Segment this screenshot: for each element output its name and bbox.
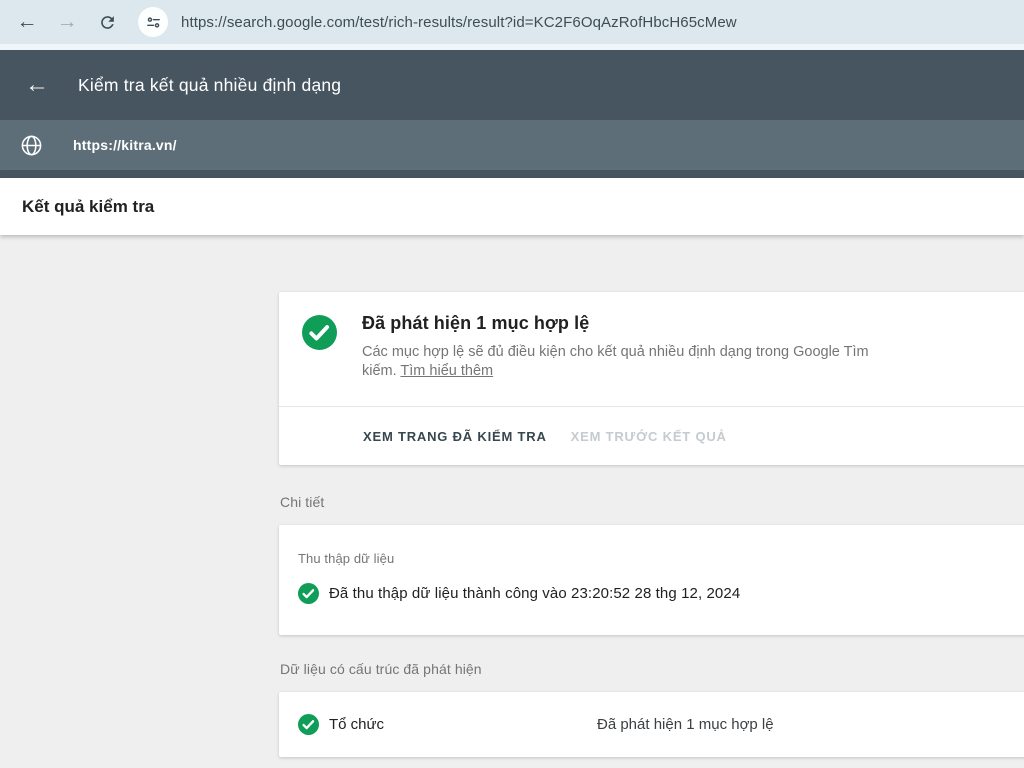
result-bar: Kết quả kiểm tra — [0, 178, 1024, 235]
back-arrow-icon: ← — [25, 71, 49, 99]
crawl-card: Thu thập dữ liệu Đã thu thập dữ liệu thà… — [279, 525, 1024, 635]
address-bar[interactable]: https://search.google.com/test/rich-resu… — [138, 5, 1014, 39]
crawl-status-row: Đã thu thập dữ liệu thành công vào 23:20… — [298, 583, 1024, 604]
browser-forward-button[interactable]: → — [50, 5, 84, 39]
content-area: Đã phát hiện 1 mục hợp lệ Các mục hợp lệ… — [0, 235, 1024, 768]
details-label: Chi tiết — [280, 494, 1024, 510]
app-back-button[interactable]: ← — [22, 70, 52, 100]
tested-url: https://kitra.vn/ — [73, 137, 177, 153]
check-icon — [298, 583, 319, 604]
url-text: https://search.google.com/test/rich-resu… — [181, 14, 737, 31]
page-title: Kết quả kiểm tra — [22, 197, 154, 217]
summary-card: Đã phát hiện 1 mục hợp lệ Các mục hợp lệ… — [279, 292, 1024, 465]
globe-icon — [20, 134, 43, 157]
check-icon — [298, 714, 319, 735]
structured-data-row[interactable]: Tổ chức Đã phát hiện 1 mục hợp lệ — [279, 692, 1024, 757]
crawl-label: Thu thập dữ liệu — [298, 551, 1024, 566]
browser-reload-button[interactable] — [90, 5, 124, 39]
app-title: Kiểm tra kết quả nhiều định dạng — [78, 75, 341, 96]
preview-results-button[interactable]: XEM TRƯỚC KẾT QUẢ — [569, 419, 729, 454]
structured-data-label: Dữ liệu có cấu trúc đã phát hiện — [280, 661, 1024, 677]
browser-back-button[interactable]: ← — [10, 5, 44, 39]
item-type: Tổ chức — [329, 716, 384, 733]
summary-title: Đã phát hiện 1 mục hợp lệ — [362, 313, 902, 334]
view-tested-page-button[interactable]: XEM TRANG ĐÃ KIỂM TRA — [361, 419, 549, 454]
crawl-status: Đã thu thập dữ liệu thành công vào 23:20… — [329, 585, 740, 602]
app-header: ← Kiểm tra kết quả nhiều định dạng https… — [0, 50, 1024, 178]
reload-icon — [98, 13, 117, 32]
browser-toolbar: ← → https://search.google.com/test/rich-… — [0, 0, 1024, 44]
summary-description: Các mục hợp lệ sẽ đủ điều kiện cho kết q… — [362, 343, 902, 380]
site-settings-icon[interactable] — [138, 7, 168, 37]
item-status: Đã phát hiện 1 mục hợp lệ — [597, 716, 774, 733]
learn-more-link[interactable]: Tìm hiểu thêm — [400, 363, 493, 379]
success-check-icon — [302, 315, 337, 350]
tested-url-bar: https://kitra.vn/ — [0, 120, 1024, 170]
